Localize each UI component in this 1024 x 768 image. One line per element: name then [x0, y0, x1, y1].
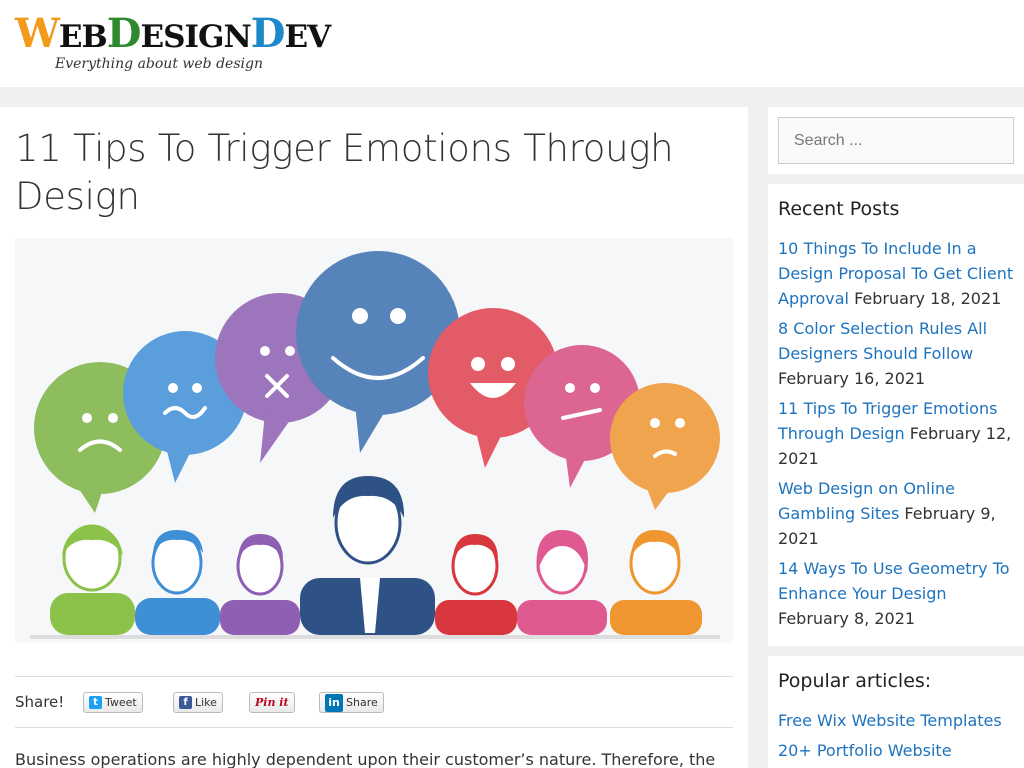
recent-posts-list: 10 Things To Include In a Design Proposa… — [778, 236, 1014, 636]
linkedin-share-label: Share — [346, 696, 378, 709]
facebook-like-button[interactable]: f Like — [173, 692, 223, 713]
recent-post-link[interactable]: 14 Ways To Use Geometry To Enhance Your … — [778, 559, 1010, 603]
post-title: 11 Tips To Trigger Emotions Through Desi… — [15, 127, 674, 218]
tweet-label: Tweet — [105, 696, 137, 709]
search-input[interactable] — [778, 117, 1014, 164]
recent-post-item: 10 Things To Include In a Design Proposa… — [778, 236, 1014, 311]
emotions-illustration — [30, 251, 720, 639]
site-tagline: Everything about web design — [55, 56, 263, 72]
post-date: February 8, 2021 — [778, 609, 916, 628]
linkedin-icon: in — [325, 693, 343, 712]
featured-image — [15, 238, 733, 643]
recent-posts-title: Recent Posts — [778, 198, 900, 220]
post-body-paragraph: Business operations are highly dependent… — [15, 750, 716, 768]
popular-article-link[interactable]: 20+ Portfolio Website Templates for Arch… — [778, 741, 972, 768]
post-date: February 16, 2021 — [778, 369, 926, 388]
logo-wordmark: WEBDESIGNDEV — [15, 10, 331, 57]
recent-post-item: Web Design on Online Gambling Sites Febr… — [778, 476, 1014, 551]
linkedin-share-button[interactable]: in Share — [319, 692, 384, 713]
recent-post-link[interactable]: 8 Color Selection Rules All Designers Sh… — [778, 319, 987, 363]
recent-post-item: 8 Color Selection Rules All Designers Sh… — [778, 316, 1014, 391]
main-content: 11 Tips To Trigger Emotions Through Desi… — [0, 107, 748, 768]
popular-article-link[interactable]: Free Wix Website Templates — [778, 711, 1002, 730]
popular-article-item: Free Wix Website Templates — [778, 708, 1014, 733]
pin-label: Pin it — [255, 696, 289, 709]
tweet-button[interactable]: t Tweet — [83, 692, 143, 713]
site-logo[interactable]: WEBDESIGNDEV Everything about web design — [15, 10, 331, 76]
popular-articles-widget: Popular articles: Free Wix Website Templ… — [768, 656, 1024, 768]
twitter-bird-icon: t — [89, 696, 102, 709]
share-label: Share! — [15, 693, 65, 711]
like-label: Like — [195, 696, 217, 709]
site-header: WEBDESIGNDEV Everything about web design — [0, 0, 1024, 87]
recent-posts-widget: Recent Posts 10 Things To Include In a D… — [768, 184, 1024, 646]
search-widget — [768, 107, 1024, 174]
share-bar: Share! t Tweet f Like Pin it in Share — [15, 676, 733, 728]
pinterest-pin-button[interactable]: Pin it — [249, 692, 295, 713]
recent-post-item: 11 Tips To Trigger Emotions Through Desi… — [778, 396, 1014, 471]
popular-articles-list: Free Wix Website Templates 20+ Portfolio… — [778, 708, 1014, 768]
popular-article-item: 20+ Portfolio Website Templates for Arch… — [778, 738, 1014, 768]
popular-articles-title: Popular articles: — [778, 670, 932, 692]
recent-post-item: 14 Ways To Use Geometry To Enhance Your … — [778, 556, 1014, 631]
post-date: February 18, 2021 — [854, 289, 1002, 308]
facebook-icon: f — [179, 696, 192, 709]
